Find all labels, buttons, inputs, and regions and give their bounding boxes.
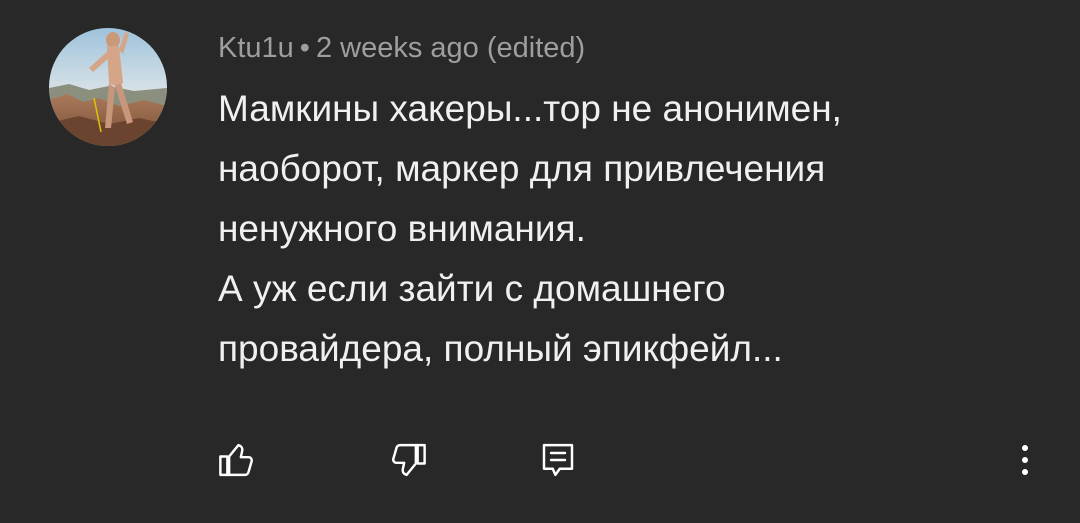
comment-item: Ktu1u • 2 weeks ago (edited) Мамкины хакер…	[0, 0, 1080, 523]
reply-comment-icon	[542, 443, 574, 477]
comment-text: Мамкины хакеры...тор не анонимен, наобор…	[218, 79, 1048, 379]
comment-text-line: ненужного внимания.	[218, 208, 586, 249]
like-button[interactable]	[209, 432, 265, 488]
thumb-down-icon	[392, 443, 426, 477]
avatar[interactable]	[49, 28, 167, 146]
comment-meta: Ktu1u • 2 weeks ago (edited)	[218, 28, 585, 68]
more-options-button[interactable]	[997, 432, 1053, 488]
more-vertical-icon	[1022, 445, 1028, 475]
comment-actions	[0, 432, 1080, 488]
comment-time: 2 weeks ago	[315, 32, 479, 64]
comment-text-line: наоборот, маркер для привлечения	[218, 148, 826, 189]
comment-text-line: А уж если зайти с домашнего	[218, 268, 726, 309]
edited-label: (edited)	[486, 32, 586, 64]
dislike-button[interactable]	[380, 432, 436, 488]
comment-text-line: провайдера, полный эпикфейл...	[218, 328, 783, 369]
author-name[interactable]: Ktu1u	[218, 32, 294, 64]
thumb-up-icon	[219, 443, 253, 477]
reply-button[interactable]	[530, 432, 586, 488]
meta-separator: •	[299, 32, 310, 64]
comment-text-line: Мамкины хакеры...тор не анонимен,	[218, 88, 842, 129]
